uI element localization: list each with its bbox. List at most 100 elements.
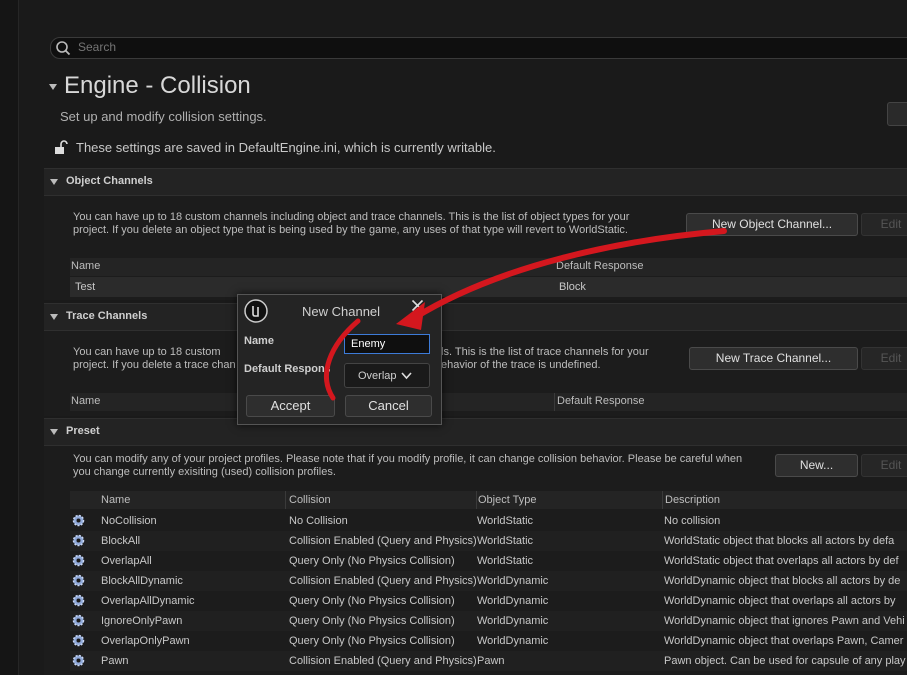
- default-response-label: Default Respons: [244, 363, 330, 375]
- channel-name: Test: [75, 281, 96, 293]
- column-header-default-response[interactable]: Default Response: [556, 260, 643, 272]
- column-divider[interactable]: [285, 491, 286, 509]
- gear-icon: [72, 614, 85, 627]
- default-response-value: Overlap: [358, 370, 397, 382]
- preset-name: BlockAll: [101, 535, 141, 547]
- description-line: ls. This is the list of trace channels f…: [441, 346, 649, 358]
- preset-object-type: WorldDynamic: [477, 595, 549, 607]
- preset-name: Pawn: [101, 655, 129, 667]
- preset-object-type: WorldDynamic: [477, 635, 549, 647]
- preset-collision: Query Only (No Physics Collision): [289, 635, 455, 647]
- export-button[interactable]: [887, 102, 907, 126]
- name-label: Name: [244, 335, 274, 347]
- preset-object-type: Pawn: [477, 655, 505, 667]
- dialog-title: New Channel: [302, 304, 381, 319]
- gear-icon: [72, 554, 85, 567]
- trace-channels-description-part2: ls. This is the list of trace channels f…: [441, 346, 649, 372]
- collapse-arrow-icon[interactable]: [50, 314, 58, 320]
- page-subtitle: Set up and modify collision settings.: [60, 109, 267, 124]
- preset-collision: No Collision: [289, 515, 348, 527]
- edit-preset-button[interactable]: Edit: [861, 454, 907, 477]
- channel-default-response: Block: [559, 281, 586, 293]
- preset-description: You can modify any of your project profi…: [73, 453, 742, 479]
- edit-trace-channel-button[interactable]: Edit: [861, 347, 907, 370]
- preset-collision: Collision Enabled (Query and Physics): [289, 655, 477, 667]
- preset-header[interactable]: [44, 418, 907, 446]
- edit-object-channel-button[interactable]: Edit: [861, 213, 907, 236]
- new-trace-channel-button[interactable]: New Trace Channel...: [689, 347, 858, 370]
- preset-object-type: WorldDynamic: [477, 615, 549, 627]
- trace-channels-label: Trace Channels: [66, 310, 148, 322]
- column-header-name[interactable]: Name: [101, 494, 130, 506]
- preset-name: OverlapAll: [101, 555, 152, 567]
- preset-collision: Query Only (No Physics Collision): [289, 615, 455, 627]
- object-channels-table-header: [70, 258, 907, 276]
- gear-icon: [72, 534, 85, 547]
- column-header-default-response[interactable]: Default Response: [557, 395, 644, 407]
- preset-name: OverlapOnlyPawn: [101, 635, 190, 647]
- description-line: You can modify any of your project profi…: [73, 453, 743, 465]
- preset-description: WorldDynamic object that overlaps all ac…: [664, 595, 896, 607]
- trace-channels-table-header: [70, 393, 907, 411]
- preset-description: WorldDynamic object that ignores Pawn an…: [664, 615, 905, 627]
- unreal-logo-icon: [244, 299, 268, 323]
- preset-description: No collision: [664, 515, 721, 527]
- preset-object-type: WorldStatic: [477, 555, 534, 567]
- description-line: You can have up to 18 custom channels in…: [73, 211, 630, 223]
- channel-name-input[interactable]: [344, 334, 430, 354]
- chevron-down-icon: [401, 372, 412, 380]
- preset-object-type: WorldDynamic: [477, 575, 549, 587]
- preset-label: Preset: [66, 425, 100, 437]
- preset-description: WorldDynamic object that blocks all acto…: [664, 575, 901, 587]
- object-channels-description: You can have up to 18 custom channels in…: [73, 211, 629, 237]
- config-file-note: These settings are saved in DefaultEngin…: [76, 140, 496, 155]
- column-header-name[interactable]: Name: [71, 260, 100, 272]
- accept-button[interactable]: Accept: [246, 395, 335, 417]
- preset-description: Pawn object. Can be used for capsule of …: [664, 655, 906, 667]
- default-response-dropdown[interactable]: Overlap: [344, 363, 430, 388]
- collapse-arrow-icon[interactable]: [49, 84, 57, 90]
- description-line: you change currently exisiting (used) co…: [73, 466, 336, 478]
- new-object-channel-button[interactable]: New Object Channel...: [686, 213, 858, 236]
- column-divider[interactable]: [554, 393, 555, 411]
- preset-name: OverlapAllDynamic: [101, 595, 195, 607]
- object-channels-label: Object Channels: [66, 175, 153, 187]
- preset-description: WorldDynamic object that overlaps Pawn, …: [664, 635, 904, 647]
- column-divider[interactable]: [662, 491, 663, 509]
- column-header-collision[interactable]: Collision: [289, 494, 331, 506]
- table-row[interactable]: [70, 277, 907, 297]
- description-line: You can have up to 18 custom: [73, 346, 221, 358]
- preset-collision: Collision Enabled (Query and Physics): [289, 575, 477, 587]
- gear-icon: [72, 634, 85, 647]
- column-header-name[interactable]: Name: [71, 395, 100, 407]
- column-header-object-type[interactable]: Object Type: [478, 494, 537, 506]
- preset-collision: Collision Enabled (Query and Physics): [289, 535, 477, 547]
- cancel-button[interactable]: Cancel: [345, 395, 432, 417]
- preset-collision: Query Only (No Physics Collision): [289, 555, 455, 567]
- preset-description: WorldStatic object that overlaps all act…: [664, 555, 899, 567]
- preset-name: BlockAllDynamic: [101, 575, 183, 587]
- search-input[interactable]: [78, 37, 578, 57]
- description-line: project. If you delete an object type th…: [73, 224, 628, 236]
- page-title: Engine - Collision: [64, 72, 251, 99]
- preset-object-type: WorldStatic: [477, 515, 534, 527]
- gear-icon: [72, 514, 85, 527]
- object-channels-header[interactable]: [44, 168, 907, 196]
- gear-icon: [72, 594, 85, 607]
- trace-channels-header[interactable]: [44, 303, 907, 331]
- preset-name: NoCollision: [101, 515, 157, 527]
- collapse-arrow-icon[interactable]: [50, 429, 58, 435]
- column-divider[interactable]: [476, 491, 477, 509]
- collapse-arrow-icon[interactable]: [50, 179, 58, 185]
- preset-description: WorldStatic object that blocks all actor…: [664, 535, 895, 547]
- new-preset-button[interactable]: New...: [775, 454, 858, 477]
- description-line: ehavior of the trace is undefined.: [441, 359, 601, 371]
- close-icon[interactable]: [411, 299, 424, 312]
- unlock-icon: [55, 140, 68, 154]
- gear-icon: [72, 654, 85, 667]
- search-icon: [56, 41, 71, 56]
- description-line: project. If you delete a trace chan: [73, 359, 236, 371]
- column-header-description[interactable]: Description: [665, 494, 720, 506]
- left-panel-border: [0, 0, 19, 675]
- trace-channels-description-part1: You can have up to 18 custom project. If…: [73, 346, 236, 372]
